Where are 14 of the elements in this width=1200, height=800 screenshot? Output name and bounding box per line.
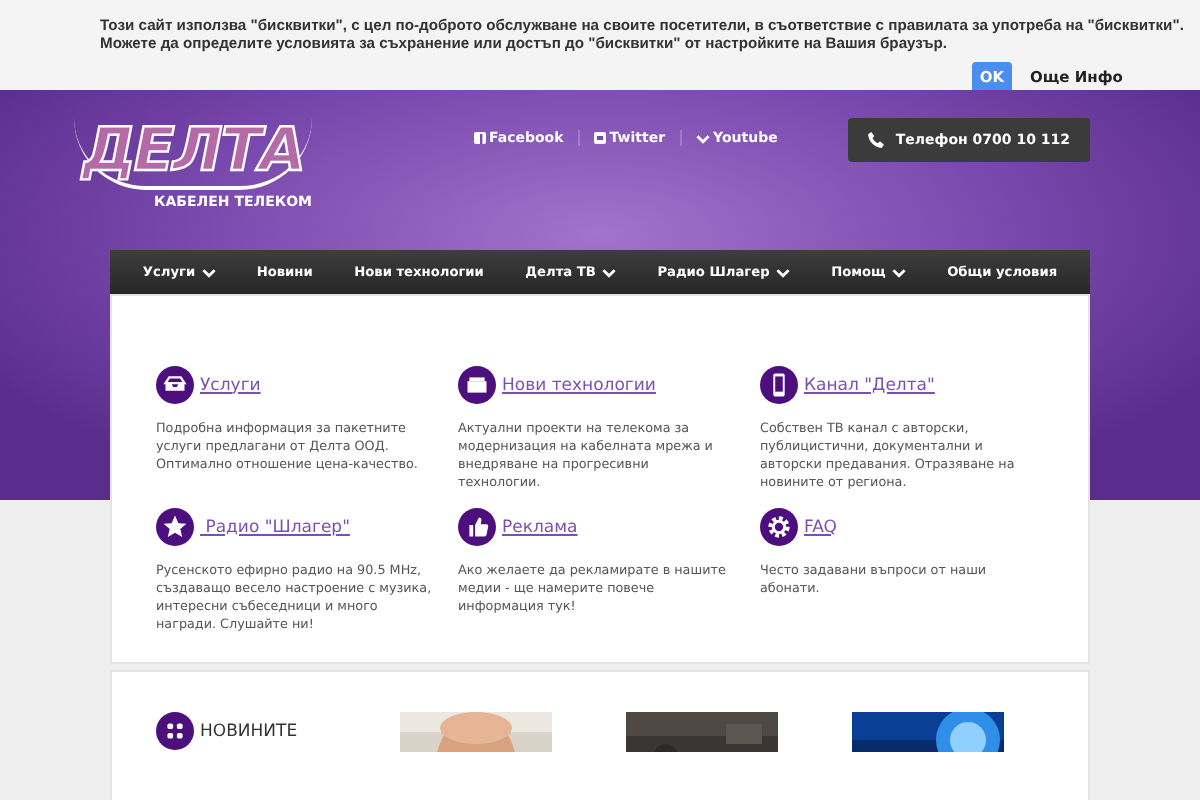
chevron-down-icon	[695, 133, 710, 143]
feature-link[interactable]: Реклама	[502, 517, 578, 537]
grid-icon	[156, 712, 194, 750]
thumb-icon	[458, 508, 496, 546]
feature-link[interactable]: Нови технологии	[502, 375, 656, 395]
feature-link[interactable]: Канал "Делта"	[804, 375, 935, 395]
news-heading: НОВИНИТЕ	[200, 721, 298, 741]
gear-icon	[760, 508, 798, 546]
phone-icon	[867, 132, 884, 148]
feature-link[interactable]: Радио "Шлагер"	[200, 517, 350, 537]
mobile-phone-icon	[760, 366, 798, 404]
feature-link[interactable]: FAQ	[804, 517, 837, 537]
tray-icon	[156, 366, 194, 404]
feature-link[interactable]: Услуги	[200, 375, 261, 395]
